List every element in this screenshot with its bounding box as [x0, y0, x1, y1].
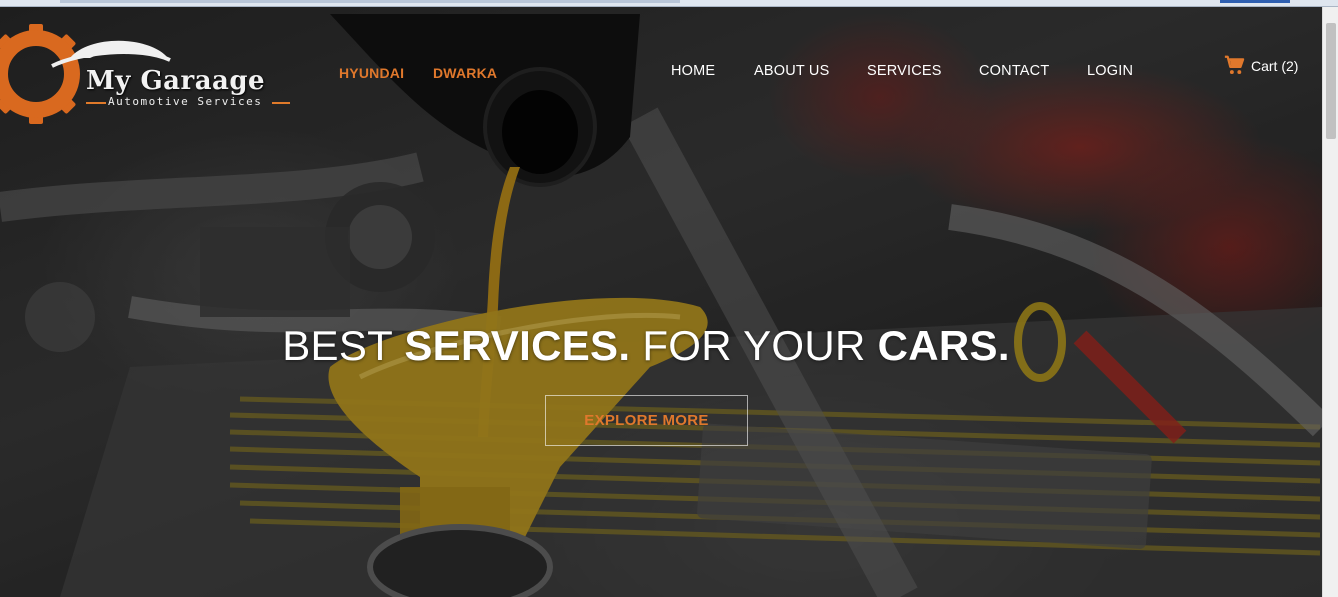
shopping-cart-icon — [1224, 55, 1245, 74]
toolbar-highlight — [1220, 0, 1290, 3]
vertical-scrollbar[interactable] — [1322, 7, 1338, 597]
nav-link-home[interactable]: HOME — [671, 63, 715, 79]
cart-link[interactable]: Cart (2) — [1224, 55, 1298, 76]
headline-emphasis: CARS. — [877, 322, 1010, 369]
nav-link-contact[interactable]: CONTACT — [979, 63, 1049, 79]
logo-divider — [86, 102, 106, 104]
logo-divider — [272, 102, 290, 104]
headline-part: BEST — [282, 322, 393, 369]
site-logo[interactable]: My Garaage Automotive Services — [0, 24, 300, 124]
logo-subtitle: Automotive Services — [108, 95, 263, 108]
headline-emphasis: SERVICES. — [404, 322, 631, 369]
nav-link-hyundai[interactable]: HYUNDAI — [339, 65, 404, 81]
hero-headline: BEST SERVICES. FOR YOUR CARS. — [0, 322, 1292, 370]
nav-link-login[interactable]: LOGIN — [1087, 63, 1133, 79]
browser-top-strip — [0, 0, 1338, 7]
headline-part: FOR YOUR — [642, 322, 866, 369]
nav-link-services[interactable]: SERVICES — [867, 63, 942, 79]
cart-label: Cart (2) — [1251, 57, 1299, 74]
scrollbar-thumb[interactable] — [1326, 23, 1336, 139]
nav-link-about-us[interactable]: ABOUT US — [754, 63, 829, 79]
explore-more-button[interactable]: EXPLORE MORE — [545, 395, 748, 446]
toolbar-segment — [60, 0, 680, 3]
nav-link-dwarka[interactable]: DWARKA — [433, 65, 497, 81]
logo-title: My Garaage — [86, 66, 266, 96]
